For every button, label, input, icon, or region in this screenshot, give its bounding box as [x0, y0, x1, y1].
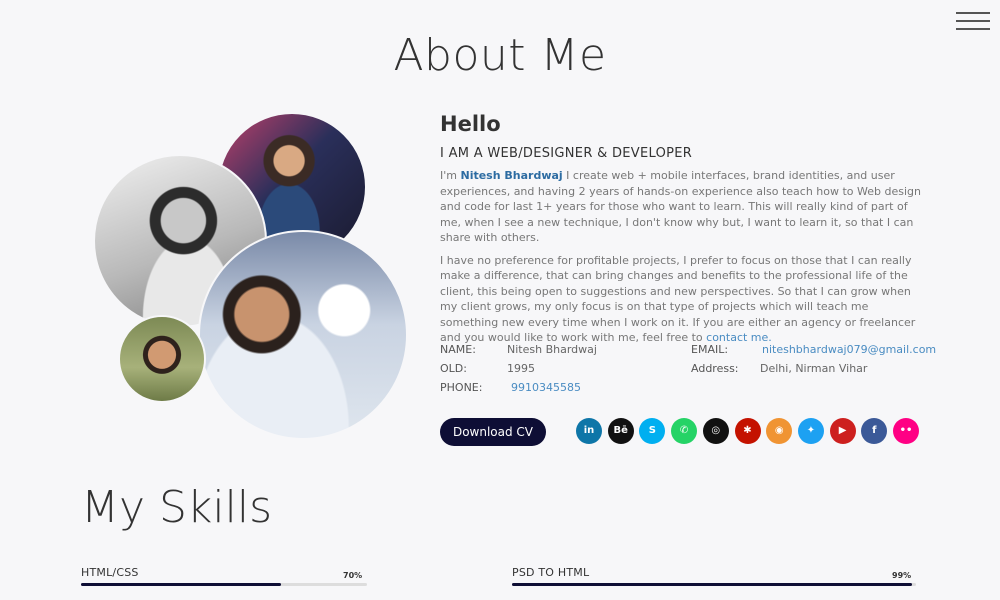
phone-value[interactable]: 9910345585 — [511, 381, 581, 394]
skill-fill — [512, 583, 912, 586]
address-label: Address: — [691, 362, 739, 375]
download-cv-button[interactable]: Download CV — [440, 418, 546, 446]
email-label: EMAIL: — [691, 343, 729, 356]
hamburger-menu-icon[interactable] — [956, 12, 990, 32]
about-paragraph-1: I'm Nitesh Bhardwaj I create web + mobil… — [440, 168, 930, 246]
role-subtitle: I AM A WEB/DESIGNER & DEVELOPER — [440, 146, 693, 161]
skills-title: My Skills — [81, 482, 272, 533]
name-label: NAME: — [440, 343, 476, 356]
name-value: Nitesh Bhardwaj — [507, 343, 597, 356]
profile-photo-white-shirt — [198, 230, 408, 440]
yelp-icon[interactable]: ✱ — [734, 418, 761, 444]
flickr-icon[interactable]: •• — [893, 418, 919, 444]
about-section: Hello I AM A WEB/DESIGNER & DEVELOPER I'… — [440, 112, 930, 346]
old-label: OLD: — [440, 362, 467, 375]
whatsapp-icon[interactable]: ✆ — [671, 418, 698, 444]
about-paragraph-2: I have no preference for profitable proj… — [440, 253, 930, 346]
youtube-icon[interactable]: ▶ — [829, 418, 856, 444]
facebook-icon[interactable]: f — [861, 418, 888, 444]
behance-icon[interactable]: Bē — [607, 418, 634, 444]
email-value[interactable]: niteshbhardwaj079@gmail.com — [762, 343, 936, 356]
skill-percent: 99% — [892, 571, 912, 580]
skill-name: HTML/CSS — [81, 566, 139, 579]
para1-prefix: I'm — [440, 169, 461, 182]
profile-photo-closeup — [118, 315, 206, 403]
skill-percent: 70% — [343, 571, 363, 580]
old-value: 1995 — [507, 362, 535, 375]
photo-collage — [90, 110, 410, 445]
para2-text: I have no preference for profitable proj… — [440, 253, 916, 345]
owner-name: Nitesh Bhardwaj — [460, 169, 563, 182]
skill-fill — [81, 583, 282, 586]
address-value: Delhi, Nirman Vihar — [760, 362, 868, 375]
skill-name: PSD TO HTML — [512, 566, 590, 579]
twitter-icon[interactable]: ✦ — [797, 418, 824, 444]
instagram-icon[interactable]: ◉ — [766, 418, 793, 444]
skill-track — [512, 583, 916, 586]
skill-track — [81, 583, 367, 586]
skype-icon[interactable]: S — [639, 418, 666, 444]
linkedin-icon[interactable]: in — [576, 418, 602, 444]
dribbble-icon[interactable]: ◎ — [702, 418, 729, 444]
phone-label: PHONE: — [440, 381, 483, 394]
hello-heading: Hello — [440, 112, 501, 136]
page-title: About Me — [393, 30, 607, 81]
